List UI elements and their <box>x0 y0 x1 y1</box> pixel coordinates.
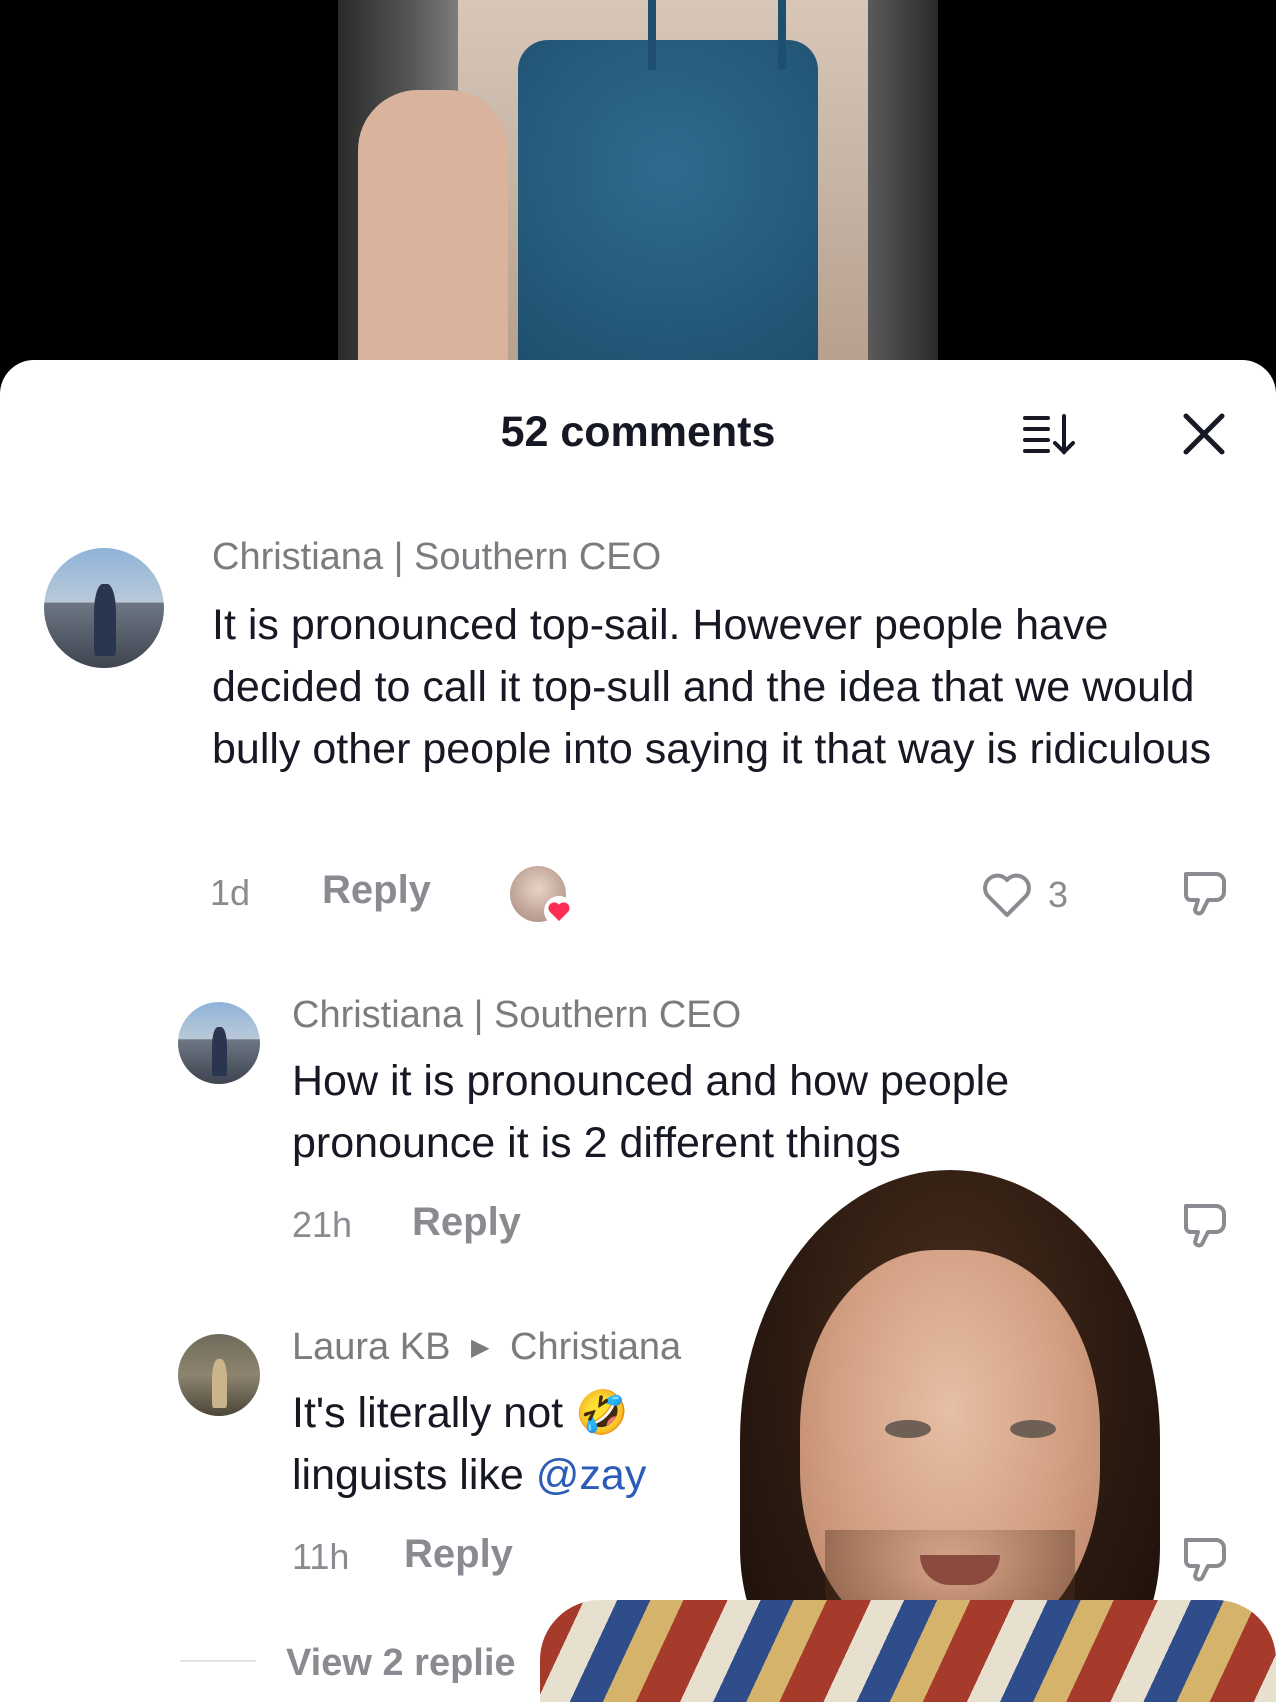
view-replies-divider <box>180 1660 256 1662</box>
reply-button[interactable]: Reply <box>404 1532 513 1577</box>
close-icon[interactable] <box>1180 410 1228 458</box>
comment-time: 21h <box>292 1204 353 1245</box>
thumbs-down-icon[interactable] <box>1178 866 1232 920</box>
comment-time: 1d <box>210 872 251 913</box>
sort-icon[interactable] <box>1022 412 1078 456</box>
reply-button[interactable]: Reply <box>412 1200 521 1245</box>
comment-time: 11h <box>292 1536 350 1577</box>
creator-video-overlay <box>540 1170 1276 1702</box>
avatar[interactable] <box>178 1002 260 1084</box>
reply-author[interactable]: Laura KB <box>292 1326 450 1368</box>
reply-arrow-icon: ▶ <box>471 1334 490 1361</box>
heart-icon <box>544 896 574 926</box>
video-background <box>0 0 1276 360</box>
comment-text: It is pronounced top-sail. However peopl… <box>212 601 1212 773</box>
reply-button[interactable]: Reply <box>322 868 431 913</box>
avatar[interactable] <box>178 1334 260 1416</box>
video-thumbnail[interactable] <box>338 0 938 360</box>
comment-username[interactable]: Christiana | Southern CEO <box>212 536 661 579</box>
comment-text-line1: It's literally not <box>292 1389 564 1437</box>
comment-username[interactable]: Christiana | Southern CEO <box>292 994 741 1037</box>
comment-text-line2: linguists like <box>292 1451 536 1499</box>
comment-text: How it is pronounced and how people pron… <box>292 1057 1010 1167</box>
avatar[interactable] <box>44 548 164 668</box>
comments-count-title: 52 comments <box>500 408 776 456</box>
view-replies-button[interactable]: View 2 replie <box>286 1642 516 1685</box>
like-count: 3 <box>1048 874 1069 915</box>
creator-liked-badge <box>510 866 574 926</box>
comments-header: 52 comments <box>0 360 1276 460</box>
heart-outline-icon[interactable] <box>982 872 1032 918</box>
